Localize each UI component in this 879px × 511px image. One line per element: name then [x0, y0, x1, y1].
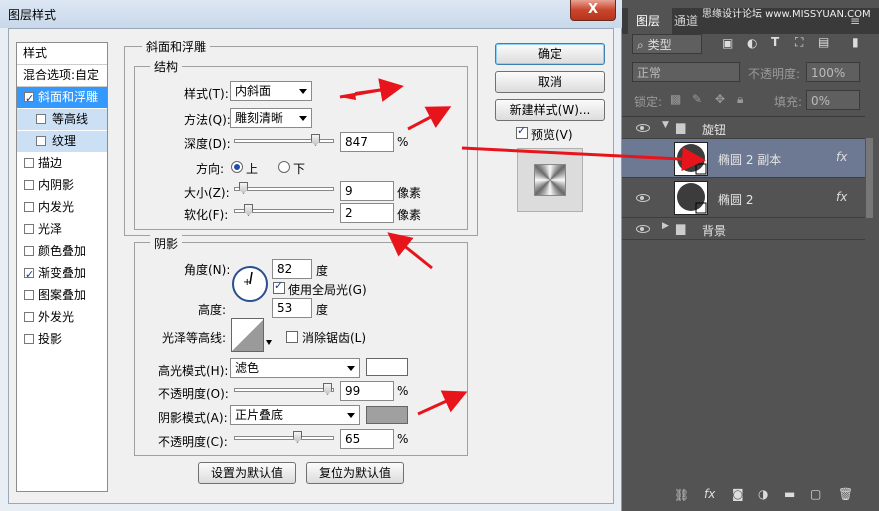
- annotation-arrows: [339, 78, 706, 416]
- arrow-to-layer-thumbnail: [461, 146, 706, 172]
- red-arrows: [340, 86, 462, 413]
